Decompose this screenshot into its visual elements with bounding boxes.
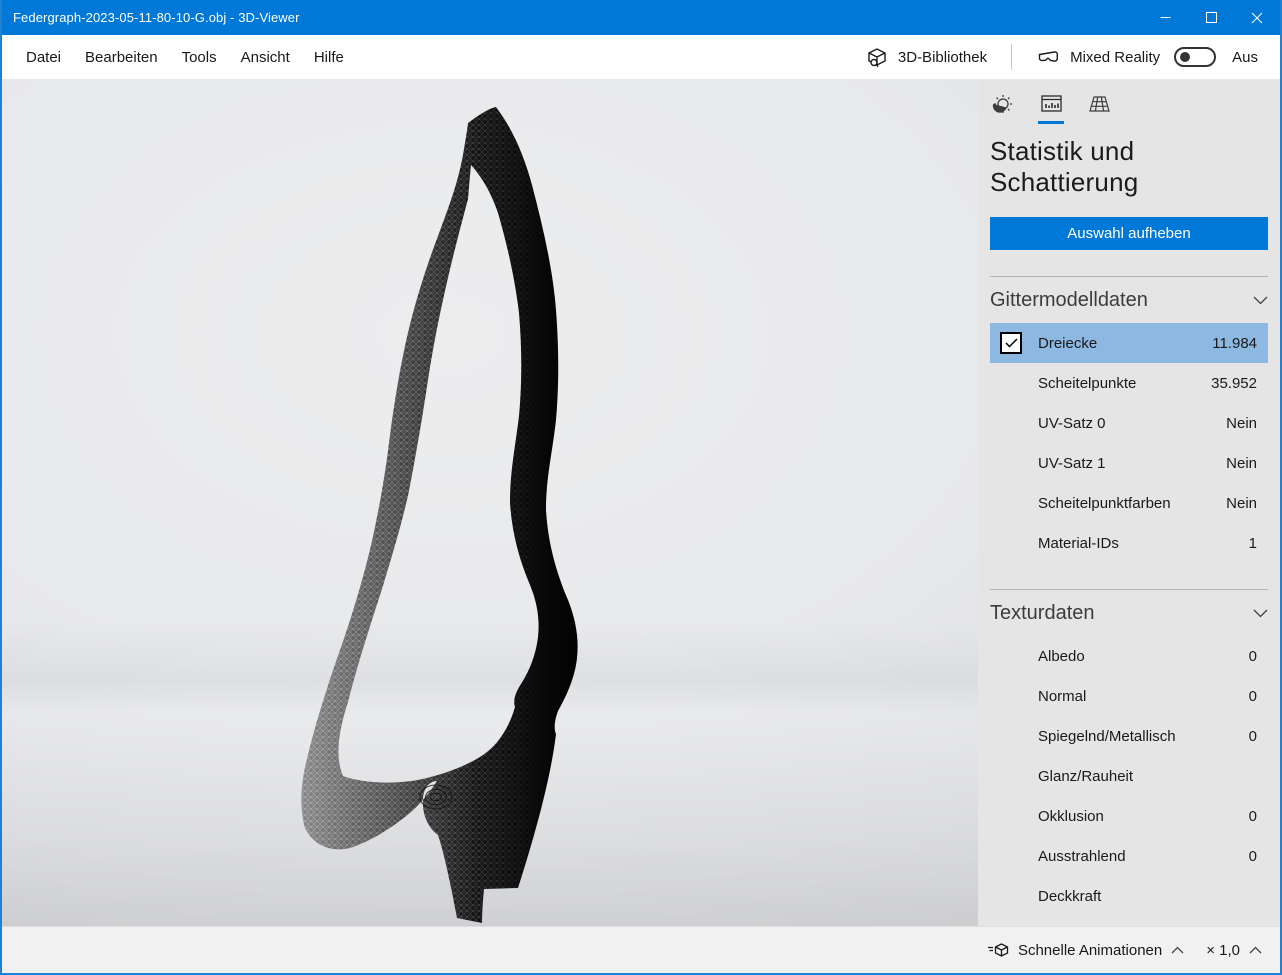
stat-row-ausstrahlend[interactable]: Ausstrahlend0	[990, 836, 1268, 876]
row-label: UV-Satz 1	[1038, 455, 1226, 472]
minimize-icon	[1160, 12, 1171, 23]
row-label: Albedo	[1038, 648, 1249, 665]
mixed-reality-group: Mixed Reality Aus	[1036, 45, 1258, 69]
stat-row-glanz-rauheit[interactable]: Glanz/Rauheit	[990, 756, 1268, 796]
tab-lighting[interactable]	[990, 92, 1016, 124]
tab-statistics[interactable]	[1038, 92, 1064, 124]
row-label: UV-Satz 0	[1038, 415, 1226, 432]
row-label: Dreiecke	[1038, 335, 1212, 352]
row-checkbox[interactable]	[1000, 332, 1022, 354]
app-window: Federgraph-2023-05-11-80-10-G.obj - 3D-V…	[0, 0, 1282, 975]
stat-row-okklusion[interactable]: Okklusion0	[990, 796, 1268, 836]
row-value: 0	[1249, 808, 1257, 825]
panel-tabs	[990, 80, 1268, 124]
menu-list: DateiBearbeitenToolsAnsichtHilfe	[2, 43, 356, 72]
toggle-knob	[1180, 52, 1190, 62]
row-value: 0	[1249, 848, 1257, 865]
stat-row-albedo[interactable]: Albedo0	[990, 636, 1268, 676]
stat-row-uv-satz-0[interactable]: UV-Satz 0Nein	[990, 403, 1268, 443]
row-value: 35.952	[1211, 375, 1257, 392]
row-label: Scheitelpunkte	[1038, 375, 1211, 392]
menu-bearbeiten[interactable]: Bearbeiten	[73, 43, 170, 72]
row-value: Nein	[1226, 455, 1257, 472]
row-label: Spiegelnd/Metallisch	[1038, 728, 1249, 745]
chevron-down-icon	[1253, 296, 1268, 305]
3d-viewport[interactable]	[2, 80, 978, 926]
main-area: Statistik und Schattierung Auswahl aufhe…	[2, 80, 1280, 926]
chevron-up-icon	[1171, 946, 1184, 954]
row-label: Ausstrahlend	[1038, 848, 1249, 865]
menu-hilfe[interactable]: Hilfe	[302, 43, 356, 72]
close-button[interactable]	[1234, 0, 1280, 35]
panel-sections: GittermodelldatenDreiecke11.984Scheitelp…	[990, 276, 1268, 926]
chevron-up-icon	[1249, 946, 1262, 954]
3d-library-button[interactable]: 3D-Bibliothek	[865, 45, 987, 69]
menu-datei[interactable]: Datei	[14, 43, 73, 72]
tab-grid[interactable]	[1086, 92, 1112, 124]
stat-row-grundfarbe[interactable]: Grundfarbe	[990, 916, 1268, 926]
menubar: DateiBearbeitenToolsAnsichtHilfe 3D-Bibl…	[2, 35, 1280, 80]
mixed-reality-goggles-icon	[1036, 45, 1060, 69]
clear-selection-button[interactable]: Auswahl aufheben	[990, 217, 1268, 250]
separator	[1011, 44, 1012, 70]
stat-row-normal[interactable]: Normal0	[990, 676, 1268, 716]
animation-cube-icon	[986, 939, 1009, 961]
section-title: Texturdaten	[990, 602, 1095, 625]
stat-row-scheitelpunktfarben[interactable]: ScheitelpunktfarbenNein	[990, 483, 1268, 523]
grid-icon	[1087, 92, 1112, 116]
cube-search-icon	[865, 45, 889, 69]
section-title: Gittermodelldaten	[990, 289, 1148, 312]
animation-speed-button[interactable]: × 1,0	[1206, 942, 1262, 959]
window-title: Federgraph-2023-05-11-80-10-G.obj - 3D-V…	[2, 10, 300, 25]
mixed-reality-state: Aus	[1232, 49, 1258, 66]
stat-row-scheitelpunkte[interactable]: Scheitelpunkte35.952	[990, 363, 1268, 403]
animation-speed-label: × 1,0	[1206, 942, 1240, 959]
titlebar[interactable]: Federgraph-2023-05-11-80-10-G.obj - 3D-V…	[2, 0, 1280, 35]
checkmark-icon	[1005, 338, 1018, 348]
3d-model-feather-ribbon[interactable]	[2, 80, 978, 926]
stat-row-material-ids[interactable]: Material-IDs1	[990, 523, 1268, 563]
statistics-panel: Statistik und Schattierung Auswahl aufhe…	[978, 80, 1280, 926]
row-label: Normal	[1038, 688, 1249, 705]
statusbar: Schnelle Animationen × 1,0	[2, 926, 1280, 973]
minimize-button[interactable]	[1142, 0, 1188, 35]
stat-row-uv-satz-1[interactable]: UV-Satz 1Nein	[990, 443, 1268, 483]
statistics-icon	[1039, 92, 1064, 116]
row-value: 0	[1249, 688, 1257, 705]
section-header-texturdaten[interactable]: Texturdaten	[990, 590, 1268, 636]
row-value: 1	[1249, 535, 1257, 552]
stat-row-spiegelnd-metallisch[interactable]: Spiegelnd/Metallisch0	[990, 716, 1268, 756]
panel-title: Statistik und Schattierung	[990, 136, 1268, 198]
menu-ansicht[interactable]: Ansicht	[229, 43, 302, 72]
fast-animations-label: Schnelle Animationen	[1018, 942, 1162, 959]
row-value: Nein	[1226, 415, 1257, 432]
row-value: Nein	[1226, 495, 1257, 512]
row-value: 0	[1249, 648, 1257, 665]
close-icon	[1251, 12, 1263, 24]
menubar-right: 3D-Bibliothek Mixed Reality Aus	[865, 44, 1280, 70]
row-label: Glanz/Rauheit	[1038, 768, 1257, 785]
row-label: Deckkraft	[1038, 888, 1257, 905]
row-value: 0	[1249, 728, 1257, 745]
maximize-button[interactable]	[1188, 0, 1234, 35]
row-value: 11.984	[1212, 335, 1257, 352]
menu-tools[interactable]: Tools	[170, 43, 229, 72]
mixed-reality-label: Mixed Reality	[1070, 49, 1160, 66]
mixed-reality-toggle[interactable]	[1174, 47, 1216, 67]
chevron-down-icon	[1253, 609, 1268, 618]
3d-library-label: 3D-Bibliothek	[898, 49, 987, 66]
sun-icon	[991, 92, 1015, 116]
row-label: Material-IDs	[1038, 535, 1249, 552]
row-label: Okklusion	[1038, 808, 1249, 825]
maximize-icon	[1206, 12, 1217, 23]
stat-row-dreiecke[interactable]: Dreiecke11.984	[990, 323, 1268, 363]
window-controls	[1142, 0, 1280, 35]
fast-animations-button[interactable]: Schnelle Animationen	[986, 939, 1184, 961]
stat-row-deckkraft[interactable]: Deckkraft	[990, 876, 1268, 916]
row-label: Scheitelpunktfarben	[1038, 495, 1226, 512]
section-header-gittermodelldaten[interactable]: Gittermodelldaten	[990, 277, 1268, 323]
